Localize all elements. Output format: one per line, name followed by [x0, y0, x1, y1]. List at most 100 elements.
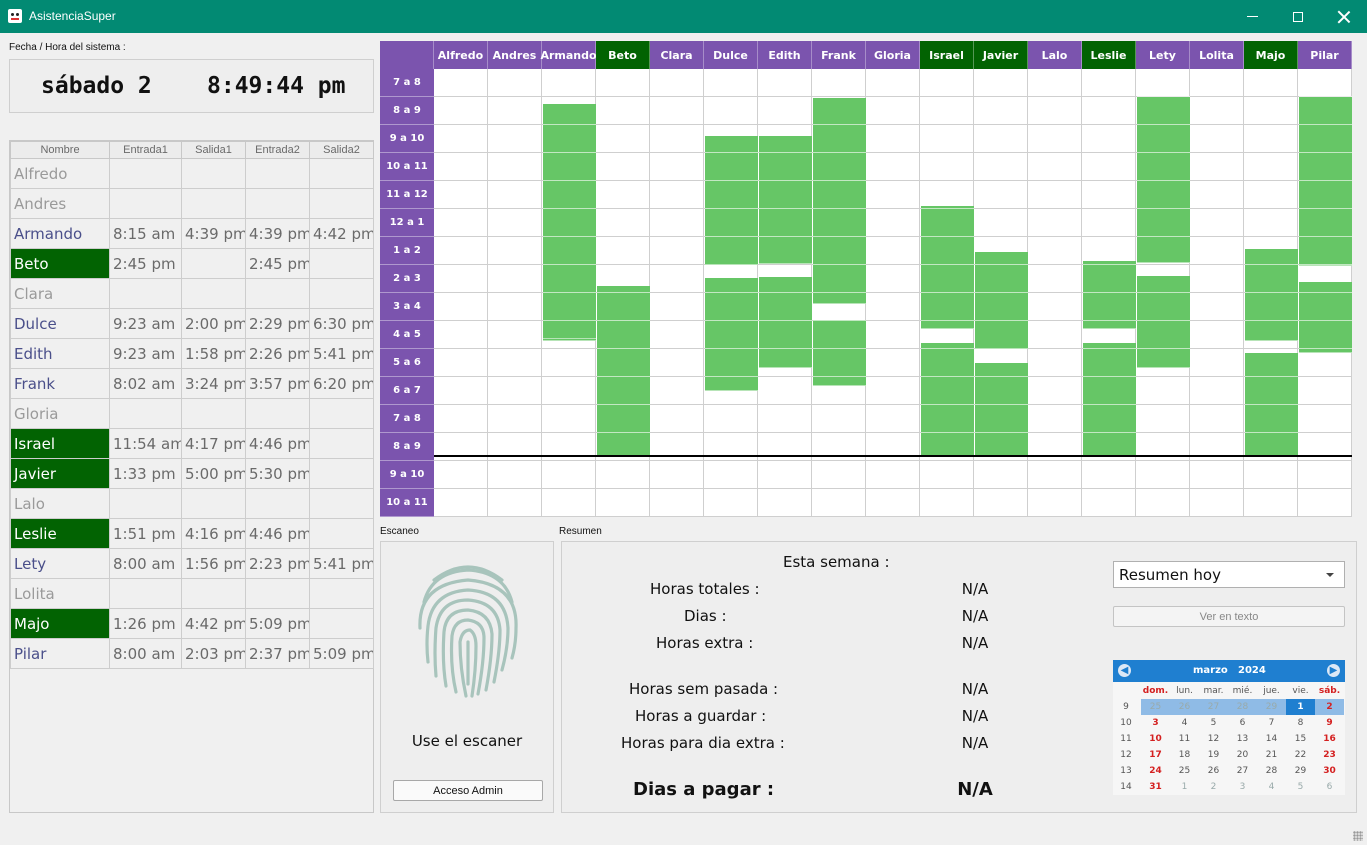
column-header[interactable]: Entrada1 — [109, 141, 182, 159]
admin-access-button[interactable]: Acceso Admin — [393, 780, 543, 801]
calendar-day[interactable]: 19 — [1199, 747, 1228, 763]
shift-hour-line — [597, 292, 650, 293]
schedule-cell — [1190, 489, 1244, 517]
summary-select[interactable]: Resumen hoy — [1113, 561, 1345, 588]
employee-name: Lolita — [10, 578, 110, 609]
calendar-day[interactable]: 30 — [1315, 763, 1344, 779]
exit1-time — [181, 188, 246, 219]
attendance-row[interactable]: Beto 2:45 pm 2:45 pm — [10, 248, 374, 279]
maximize-icon — [1293, 11, 1303, 22]
calendar-day[interactable]: 7 — [1257, 715, 1286, 731]
calendar-day[interactable]: 26 — [1170, 699, 1199, 715]
calendar-day[interactable]: 27 — [1228, 763, 1257, 779]
attendance-row[interactable]: Pilar 8:00 am 2:03 pm 2:37 pm 5:09 pm — [10, 638, 374, 669]
schedule-cell — [974, 489, 1028, 517]
column-header[interactable]: Salida1 — [181, 141, 246, 159]
attendance-row[interactable]: Lety 8:00 am 1:56 pm 2:23 pm 5:41 pm — [10, 548, 374, 579]
attendance-row[interactable]: Leslie 1:51 pm 4:16 pm 4:46 pm — [10, 518, 374, 549]
resize-grip-icon[interactable] — [1353, 831, 1363, 841]
calendar-day[interactable]: 29 — [1257, 699, 1286, 715]
attendance-row[interactable]: Dulce 9:23 am 2:00 pm 2:29 pm 6:30 pm — [10, 308, 374, 339]
schedule-cell — [866, 349, 920, 377]
calendar-day[interactable]: 12 — [1199, 731, 1228, 747]
schedule-cell — [488, 181, 542, 209]
calendar-day[interactable]: 4 — [1170, 715, 1199, 731]
calendar-day[interactable]: 8 — [1286, 715, 1315, 731]
exit2-time: 6:30 pm — [309, 308, 374, 339]
shift-hour-line — [1083, 404, 1136, 405]
attendance-header-row: Nombre Entrada1 Salida1 Entrada2 Salida2 — [10, 141, 374, 159]
shift-hour-line — [543, 180, 596, 181]
shift-hour-line — [705, 180, 758, 181]
view-text-button[interactable]: Ver en texto — [1113, 606, 1345, 627]
shift-bar — [705, 278, 758, 391]
calendar-day[interactable]: 28 — [1228, 699, 1257, 715]
schedule-cell — [866, 321, 920, 349]
calendar-day[interactable]: 31 — [1141, 779, 1170, 795]
calendar-month[interactable]: marzo — [1193, 665, 1228, 676]
calendar-day[interactable]: 1 — [1170, 779, 1199, 795]
column-header[interactable]: Nombre — [10, 141, 110, 159]
calendar-day[interactable]: 26 — [1199, 763, 1228, 779]
calendar-day[interactable]: 5 — [1286, 779, 1315, 795]
attendance-row[interactable]: Clara — [10, 278, 374, 309]
entry1-time: 8:00 am — [109, 548, 182, 579]
close-button[interactable] — [1321, 0, 1367, 33]
calendar-day[interactable]: 13 — [1228, 731, 1257, 747]
schedule-cell — [1136, 461, 1190, 489]
calendar-day[interactable]: 1 — [1286, 699, 1315, 715]
calendar-day[interactable]: 3 — [1141, 715, 1170, 731]
attendance-row[interactable]: Majo 1:26 pm 4:42 pm 5:09 pm — [10, 608, 374, 639]
calendar-year[interactable]: 2024 — [1238, 665, 1266, 676]
schedule-cell — [866, 489, 920, 517]
calendar-day[interactable]: 18 — [1170, 747, 1199, 763]
calendar-day[interactable]: 20 — [1228, 747, 1257, 763]
minimize-button[interactable] — [1229, 0, 1275, 33]
summary-item-label: Horas sem pasada : — [629, 680, 779, 698]
chevron-left-icon[interactable]: ◀ — [1118, 664, 1131, 677]
attendance-row[interactable]: Frank 8:02 am 3:24 pm 3:57 pm 6:20 pm — [10, 368, 374, 399]
calendar-day[interactable]: 16 — [1315, 731, 1344, 747]
calendar-day[interactable]: 6 — [1315, 779, 1344, 795]
calendar-day[interactable]: 28 — [1257, 763, 1286, 779]
calendar-day[interactable]: 24 — [1141, 763, 1170, 779]
calendar-day[interactable]: 29 — [1286, 763, 1315, 779]
attendance-row[interactable]: Javier 1:33 pm 5:00 pm 5:30 pm — [10, 458, 374, 489]
calendar-day[interactable]: 2 — [1199, 779, 1228, 795]
column-header[interactable]: Salida2 — [309, 141, 374, 159]
calendar-day[interactable]: 21 — [1257, 747, 1286, 763]
maximize-button[interactable] — [1275, 0, 1321, 33]
attendance-row[interactable]: Alfredo — [10, 158, 374, 189]
calendar-day[interactable]: 14 — [1257, 731, 1286, 747]
calendar-day[interactable]: 6 — [1228, 715, 1257, 731]
calendar-day[interactable]: 11 — [1170, 731, 1199, 747]
shift-hour-line — [813, 180, 866, 181]
attendance-row[interactable]: Israel 11:54 am 4:17 pm 4:46 pm — [10, 428, 374, 459]
calendar-day[interactable]: 27 — [1199, 699, 1228, 715]
schedule-cell — [1028, 181, 1082, 209]
shift-hour-line — [975, 292, 1028, 293]
column-header[interactable]: Entrada2 — [245, 141, 310, 159]
attendance-row[interactable]: Lalo — [10, 488, 374, 519]
attendance-row[interactable]: Andres — [10, 188, 374, 219]
attendance-row[interactable]: Armando 8:15 am 4:39 pm 4:39 pm 4:42 pm — [10, 218, 374, 249]
calendar-day[interactable]: 9 — [1315, 715, 1344, 731]
schedule-cell — [434, 321, 488, 349]
attendance-row[interactable]: Lolita — [10, 578, 374, 609]
attendance-row[interactable]: Edith 9:23 am 1:58 pm 2:26 pm 5:41 pm — [10, 338, 374, 369]
exit2-time: 5:41 pm — [309, 548, 374, 579]
calendar-day[interactable]: 25 — [1170, 763, 1199, 779]
calendar-day[interactable]: 2 — [1315, 699, 1344, 715]
calendar-day[interactable]: 17 — [1141, 747, 1170, 763]
calendar-day[interactable]: 15 — [1286, 731, 1315, 747]
exit1-time: 1:58 pm — [181, 338, 246, 369]
calendar-day[interactable]: 22 — [1286, 747, 1315, 763]
calendar-day[interactable]: 25 — [1141, 699, 1170, 715]
calendar-day[interactable]: 4 — [1257, 779, 1286, 795]
calendar-day[interactable]: 5 — [1199, 715, 1228, 731]
calendar-day[interactable]: 10 — [1141, 731, 1170, 747]
calendar-day[interactable]: 3 — [1228, 779, 1257, 795]
chevron-right-icon[interactable]: ▶ — [1327, 664, 1340, 677]
attendance-row[interactable]: Gloria — [10, 398, 374, 429]
calendar-day[interactable]: 23 — [1315, 747, 1344, 763]
